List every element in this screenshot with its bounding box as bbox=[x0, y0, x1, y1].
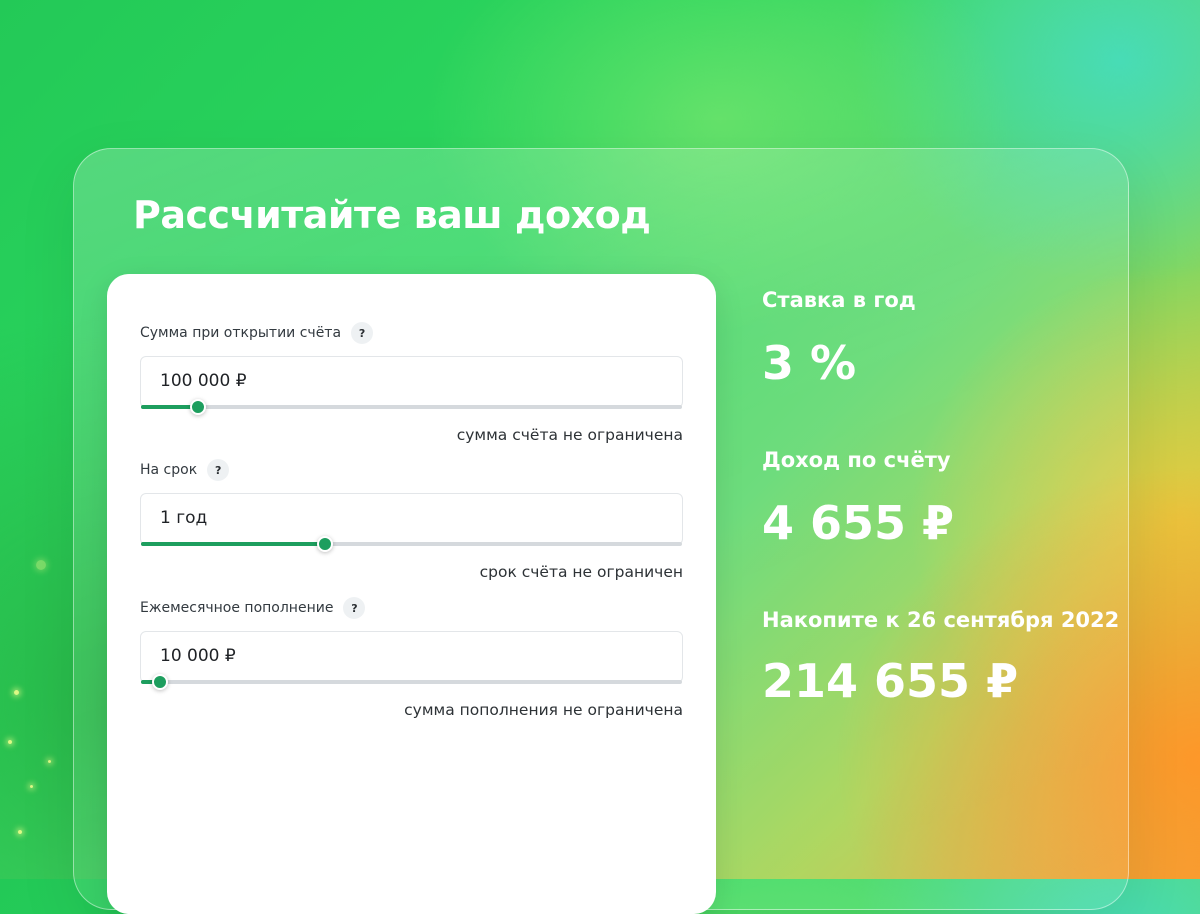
term-label: На срок bbox=[140, 462, 198, 478]
background-sparkle bbox=[18, 830, 22, 834]
rate-label: Ставка в год bbox=[762, 288, 916, 312]
initial-amount-input[interactable]: 100 000 ₽ bbox=[140, 356, 683, 415]
background-sparkle bbox=[14, 690, 19, 695]
monthly-topup-slider[interactable] bbox=[141, 674, 682, 690]
help-icon[interactable]: ? bbox=[207, 459, 230, 481]
background-sparkle bbox=[8, 740, 12, 744]
background-sparkle bbox=[36, 560, 46, 570]
background-sparkle bbox=[30, 785, 33, 788]
field-label-row: Ежемесячное пополнение ? bbox=[140, 597, 683, 619]
rate-value: 3 % bbox=[762, 336, 857, 390]
initial-amount-hint: сумма счёта не ограничена bbox=[456, 426, 683, 444]
income-value: 4 655 ₽ bbox=[762, 496, 955, 550]
field-initial-amount: Сумма при открытии счёта ? 100 000 ₽ сум… bbox=[140, 322, 683, 444]
term-input[interactable]: 1 год bbox=[140, 493, 683, 552]
field-label-row: Сумма при открытии счёта ? bbox=[140, 322, 683, 344]
help-icon[interactable]: ? bbox=[351, 322, 374, 344]
page-title: Рассчитайте ваш доход bbox=[133, 193, 651, 237]
accumulate-label: Накопите к 26 сентября 2022 bbox=[762, 608, 1120, 632]
calculator-form: Сумма при открытии счёта ? 100 000 ₽ сум… bbox=[107, 274, 716, 914]
monthly-topup-value[interactable]: 10 000 ₽ bbox=[160, 646, 236, 666]
slider-thumb[interactable] bbox=[189, 399, 206, 415]
field-term: На срок ? 1 год срок счёта не ограничен bbox=[140, 459, 683, 581]
initial-amount-slider[interactable] bbox=[141, 399, 682, 415]
monthly-topup-input[interactable]: 10 000 ₽ bbox=[140, 631, 683, 690]
background-sparkle bbox=[48, 760, 51, 763]
initial-amount-value[interactable]: 100 000 ₽ bbox=[160, 371, 247, 391]
field-monthly-topup: Ежемесячное пополнение ? 10 000 ₽ сумма … bbox=[140, 597, 683, 719]
slider-thumb[interactable] bbox=[316, 536, 333, 552]
initial-amount-label: Сумма при открытии счёта bbox=[140, 325, 342, 341]
slider-fill bbox=[141, 542, 325, 546]
field-label-row: На срок ? bbox=[140, 459, 683, 481]
monthly-topup-label: Ежемесячное пополнение bbox=[140, 600, 334, 616]
help-icon[interactable]: ? bbox=[343, 597, 366, 619]
monthly-topup-hint: сумма пополнения не ограничена bbox=[404, 701, 683, 719]
income-label: Доход по счёту bbox=[762, 448, 951, 472]
term-slider[interactable] bbox=[141, 536, 682, 552]
accumulate-value: 214 655 ₽ bbox=[762, 654, 1019, 708]
term-hint: срок счёта не ограничен bbox=[479, 563, 683, 581]
slider-thumb[interactable] bbox=[151, 674, 168, 690]
term-value[interactable]: 1 год bbox=[160, 508, 207, 528]
